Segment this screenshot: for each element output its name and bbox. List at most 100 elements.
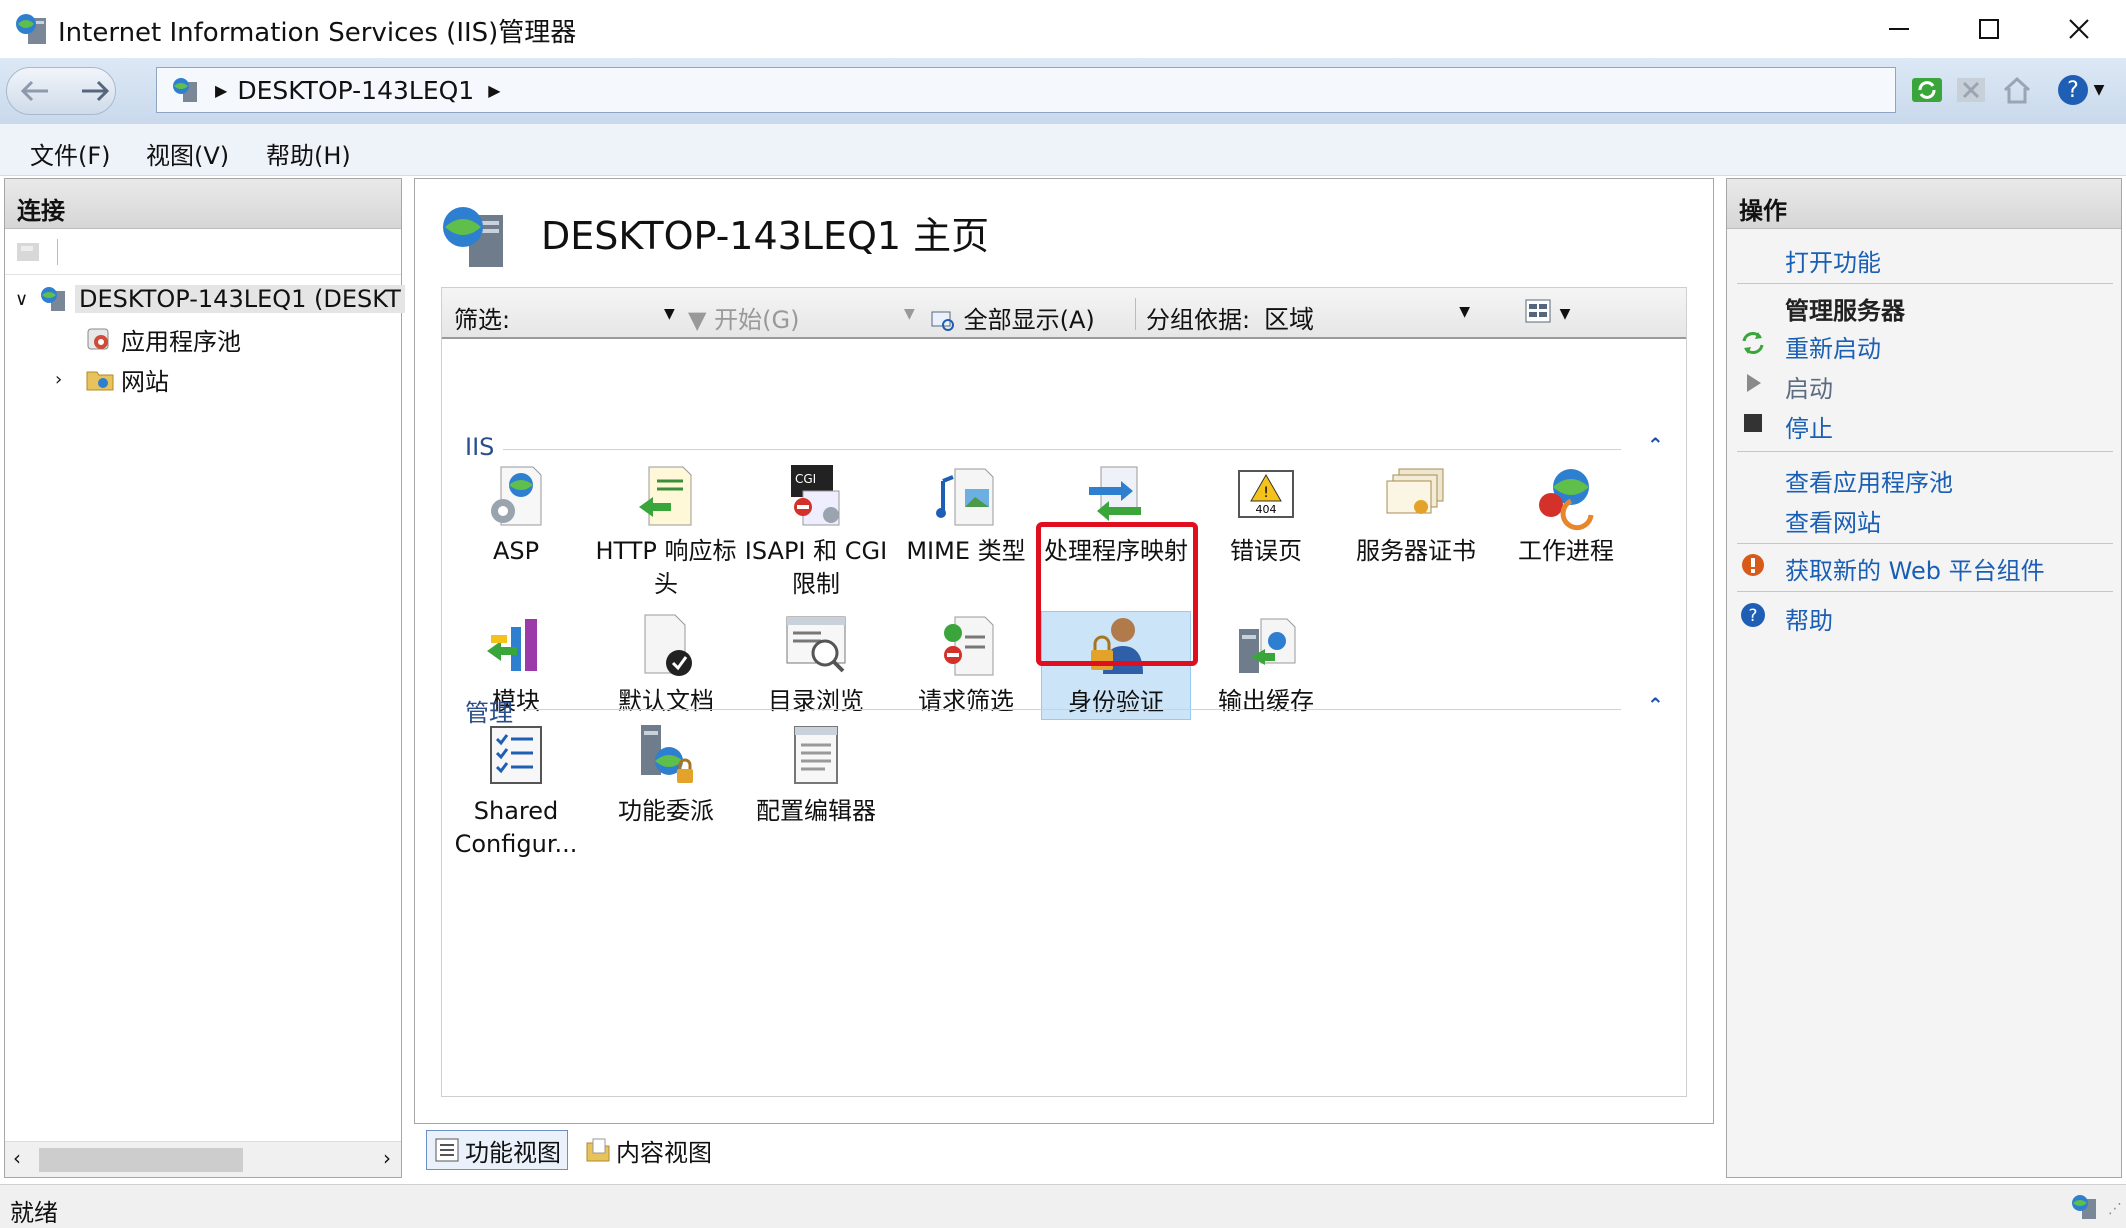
feature-shared-configuration[interactable]: Shared Configur... — [441, 721, 591, 861]
feature-http-headers[interactable]: HTTP 响应标头 — [591, 461, 741, 601]
show-all-button[interactable]: 全部显示(A) — [930, 300, 1095, 335]
feature-modules[interactable]: 模块 — [441, 611, 591, 718]
svg-text:CGI: CGI — [795, 472, 816, 486]
tab-content-view[interactable]: 内容视图 — [578, 1130, 718, 1170]
back-button[interactable] — [8, 66, 62, 116]
action-start[interactable]: 启动 — [1785, 369, 1833, 404]
minimize-button[interactable] — [1854, 0, 1944, 58]
chevron-down-icon: ▼ — [904, 306, 915, 322]
group-divider — [525, 709, 1621, 710]
handler-mappings-icon — [1089, 466, 1141, 521]
scrollbar-thumb[interactable] — [39, 1148, 243, 1172]
request-filtering-icon — [944, 616, 994, 676]
feature-delegation[interactable]: 功能委派 — [591, 721, 741, 828]
feature-label: 默认文档 — [618, 687, 714, 715]
feature-mime-types[interactable]: MIME 类型 — [891, 461, 1041, 568]
action-open-feature[interactable]: 打开功能 — [1785, 243, 1881, 278]
scroll-right-icon[interactable]: › — [383, 1146, 391, 1170]
tree-node-app-pools[interactable]: 应用程序池 — [85, 319, 241, 359]
feature-directory-browsing[interactable]: 目录浏览 — [741, 611, 891, 718]
title-bar: Internet Information Services (IIS)管理器 — [0, 0, 2126, 58]
feature-error-pages[interactable]: ! 404 错误页 — [1191, 461, 1341, 568]
stop-button[interactable] — [1952, 70, 1990, 110]
feature-asp[interactable]: ASP — [441, 461, 591, 568]
feature-label: 身份验证 — [1068, 688, 1164, 716]
menu-file[interactable]: 文件(F) — [30, 136, 111, 171]
menu-view[interactable]: 视图(V) — [146, 136, 229, 171]
show-all-icon — [931, 311, 954, 331]
feature-worker-processes[interactable]: 工作进程 — [1491, 461, 1641, 568]
tree-node-server-label: DESKTOP-143LEQ1 (DESKT — [75, 285, 405, 313]
stop-square-icon — [1744, 414, 1762, 432]
tab-content-view-label: 内容视图 — [616, 1138, 712, 1167]
feature-default-document[interactable]: 默认文档 — [591, 611, 741, 718]
feature-isapi-cgi[interactable]: CGI ISAPI 和 CGI 限制 — [741, 461, 891, 601]
arrow-right-icon — [82, 80, 110, 102]
group-by-label: 分组依据: — [1146, 306, 1251, 334]
breadcrumb-server[interactable]: DESKTOP-143LEQ1 — [237, 76, 474, 105]
forward-button[interactable] — [68, 66, 122, 116]
asp-icon — [491, 466, 542, 526]
chevron-down-icon[interactable]: ▼ — [664, 306, 675, 322]
home-button[interactable] — [1998, 70, 2036, 110]
tab-features-view[interactable]: 功能视图 — [426, 1130, 568, 1170]
tab-features-view-label: 功能视图 — [465, 1138, 561, 1167]
actions-title: 操作 — [1727, 179, 2121, 229]
chevron-down-icon[interactable]: ∨ — [15, 289, 35, 310]
action-help[interactable]: 帮助 — [1785, 601, 1833, 636]
app-pool-icon — [87, 328, 109, 350]
scroll-left-icon[interactable]: ‹ — [13, 1146, 21, 1170]
svg-text:404: 404 — [1256, 503, 1277, 516]
group-by-select[interactable]: 区域 ▼ — [1264, 294, 1482, 334]
action-view-sites[interactable]: 查看网站 — [1785, 503, 1881, 538]
server-globe-icon — [2072, 1195, 2096, 1219]
feature-request-filtering[interactable]: 请求筛选 — [891, 611, 1041, 718]
funnel-icon: ▼ — [688, 306, 707, 334]
resize-grip-icon[interactable]: ⋰ — [2108, 1201, 2122, 1217]
action-stop[interactable]: 停止 — [1785, 409, 1833, 444]
feature-label: 服务器证书 — [1356, 537, 1476, 565]
feature-label: ASP — [492, 537, 540, 565]
start-button[interactable]: ▼ 开始(G) — [688, 300, 799, 335]
tree-node-server[interactable]: ∨ DESKTOP-143LEQ1 (DESKT — [15, 279, 405, 319]
collapse-iis-icon[interactable]: ⌃ — [1647, 433, 1664, 457]
maximize-button[interactable] — [1944, 0, 2034, 58]
horizontal-scrollbar[interactable]: ‹ › — [5, 1141, 401, 1177]
toolbar-divider — [57, 238, 58, 265]
actions-divider — [1737, 451, 2113, 452]
feature-label: ISAPI 和 CGI 限制 — [744, 537, 888, 598]
view-options-button[interactable]: ▼ — [1524, 296, 1570, 324]
collapse-management-icon[interactable]: ⌃ — [1647, 693, 1664, 717]
filter-input[interactable] — [520, 294, 680, 332]
action-restart[interactable]: 重新启动 — [1785, 329, 1881, 364]
default-document-icon — [644, 614, 692, 676]
chevron-right-icon[interactable]: › — [55, 369, 85, 390]
page-title: DESKTOP-143LEQ1 主页 — [541, 214, 990, 258]
address-bar[interactable]: ▶ DESKTOP-143LEQ1 ▶ — [156, 67, 1896, 113]
mime-icon — [936, 468, 994, 526]
refresh-button[interactable] — [1908, 70, 1946, 110]
breadcrumb-arrow-icon[interactable]: ▶ — [215, 81, 227, 100]
feature-delegation-icon — [641, 725, 693, 783]
group-by-value: 区域 — [1264, 305, 1315, 334]
tree-node-sites[interactable]: › 网站 — [55, 359, 169, 399]
feature-configuration-editor[interactable]: 配置编辑器 — [741, 721, 891, 828]
help-dropdown-button[interactable]: ? ▼ — [2050, 70, 2110, 110]
actions-divider — [1737, 283, 2113, 284]
svg-text:?: ? — [1748, 606, 1757, 626]
menu-help[interactable]: 帮助(H) — [266, 136, 351, 171]
save-connection-icon[interactable] — [15, 239, 43, 265]
svg-text:?: ? — [2067, 78, 2079, 103]
start-button-label: 开始(G) — [714, 306, 800, 334]
close-button[interactable] — [2034, 0, 2124, 58]
shared-configuration-icon — [490, 726, 542, 784]
restart-icon — [1742, 332, 1764, 354]
action-get-web-platform[interactable]: 获取新的 Web 平台组件 — [1785, 551, 2045, 586]
tree-node-sites-label: 网站 — [121, 367, 169, 396]
feature-server-certificates[interactable]: 服务器证书 — [1341, 461, 1491, 568]
feature-output-caching[interactable]: 输出缓存 — [1191, 611, 1341, 718]
action-view-app-pools[interactable]: 查看应用程序池 — [1785, 463, 1953, 498]
server-globe-icon — [41, 287, 65, 311]
isapi-cgi-icon: CGI — [791, 465, 840, 526]
breadcrumb-arrow-icon[interactable]: ▶ — [488, 81, 500, 100]
